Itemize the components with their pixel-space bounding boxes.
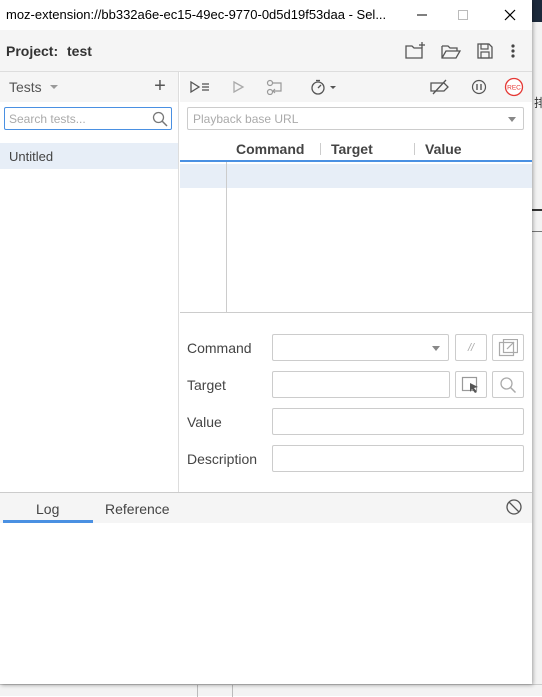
commands-table: Command Target Value bbox=[180, 136, 532, 313]
chevron-down-icon[interactable] bbox=[508, 117, 516, 122]
run-all-icon bbox=[190, 80, 209, 94]
comment-icon: // bbox=[467, 341, 475, 354]
maximize-icon bbox=[458, 10, 468, 20]
target-label: Target bbox=[187, 377, 226, 393]
playback-toolbar: REC bbox=[180, 72, 532, 102]
more-options-button[interactable] bbox=[501, 39, 525, 63]
step-icon bbox=[266, 79, 282, 95]
project-bar: Project: test bbox=[0, 30, 532, 72]
add-test-button[interactable]: + bbox=[150, 75, 170, 98]
search-tests-box bbox=[4, 107, 172, 130]
window-title: moz-extension://bb332a6e-ec15-49ec-9770-… bbox=[6, 7, 387, 22]
selenium-ide-window: moz-extension://bb332a6e-ec15-49ec-9770-… bbox=[0, 0, 532, 684]
stopwatch-icon bbox=[311, 79, 336, 95]
tab-log[interactable]: Log bbox=[36, 501, 59, 517]
disable-breakpoints-button[interactable] bbox=[428, 76, 452, 98]
command-editor: Command // Target Value Description bbox=[180, 314, 532, 492]
tests-panel: Tests + Untitled bbox=[0, 72, 179, 492]
window-titlebar: moz-extension://bb332a6e-ec15-49ec-9770-… bbox=[0, 0, 532, 30]
clear-log-button[interactable] bbox=[505, 498, 523, 521]
tests-panel-header: Tests + bbox=[0, 72, 178, 102]
maximize-button[interactable] bbox=[441, 0, 485, 30]
close-button[interactable] bbox=[488, 0, 532, 30]
record-button[interactable]: REC bbox=[502, 76, 526, 98]
background-glyph: 排 bbox=[534, 96, 542, 110]
row-number-divider bbox=[226, 162, 227, 313]
column-divider bbox=[414, 143, 415, 155]
console-panel: Log Reference bbox=[0, 492, 532, 684]
column-header-command: Command bbox=[236, 141, 305, 157]
project-label: Project: bbox=[6, 43, 59, 59]
target-field bbox=[272, 371, 450, 398]
minimize-icon bbox=[417, 14, 427, 16]
active-tab-indicator bbox=[3, 520, 93, 523]
base-url-input[interactable] bbox=[193, 111, 493, 127]
run-current-test-button[interactable] bbox=[226, 76, 250, 98]
open-folder-icon bbox=[441, 45, 461, 59]
background-window: 排 bbox=[532, 0, 542, 696]
breakpoint-off-icon bbox=[430, 79, 449, 95]
description-field bbox=[272, 445, 524, 472]
run-all-tests-button[interactable] bbox=[188, 76, 212, 98]
console-tabs: Log Reference bbox=[0, 493, 532, 523]
open-project-button[interactable] bbox=[439, 39, 463, 63]
tests-dropdown[interactable]: Tests bbox=[9, 79, 42, 95]
chevron-down-icon bbox=[50, 85, 58, 89]
project-name[interactable]: test bbox=[67, 43, 92, 59]
search-tests-input[interactable] bbox=[9, 110, 149, 127]
base-url-field bbox=[187, 107, 524, 130]
new-folder-icon bbox=[405, 42, 425, 59]
select-target-button[interactable] bbox=[455, 371, 487, 398]
column-header-target: Target bbox=[331, 141, 373, 157]
command-input[interactable] bbox=[278, 339, 436, 356]
play-icon bbox=[233, 80, 245, 94]
background-divider bbox=[532, 209, 542, 211]
pause-icon bbox=[471, 79, 487, 95]
pause-on-exceptions-button[interactable] bbox=[467, 76, 491, 98]
step-over-button[interactable] bbox=[263, 76, 287, 98]
value-field bbox=[272, 408, 524, 435]
background-window-bottom bbox=[0, 684, 542, 697]
chevron-down-icon[interactable] bbox=[432, 346, 440, 351]
search-icon bbox=[500, 376, 517, 393]
background-divider bbox=[197, 685, 198, 697]
select-element-icon bbox=[461, 376, 478, 393]
save-project-button[interactable] bbox=[473, 39, 497, 63]
column-header-value: Value bbox=[425, 141, 462, 157]
close-icon bbox=[504, 9, 516, 21]
background-divider bbox=[532, 231, 542, 232]
record-label: REC bbox=[507, 85, 521, 92]
value-input[interactable] bbox=[278, 413, 503, 430]
find-target-button[interactable] bbox=[492, 371, 524, 398]
external-link-icon bbox=[498, 338, 518, 356]
background-window-titlebar bbox=[532, 0, 542, 22]
kebab-menu-icon bbox=[511, 44, 515, 58]
description-label: Description bbox=[187, 451, 258, 467]
minimize-button[interactable] bbox=[400, 0, 444, 30]
clear-icon bbox=[506, 499, 522, 515]
table-header: Command Target Value bbox=[180, 136, 532, 162]
record-icon: REC bbox=[504, 77, 524, 97]
new-project-button[interactable] bbox=[404, 39, 428, 63]
command-label: Command bbox=[187, 340, 252, 356]
test-speed-button[interactable] bbox=[308, 76, 342, 98]
column-divider bbox=[320, 143, 321, 155]
open-reference-button[interactable] bbox=[492, 334, 524, 361]
table-row[interactable] bbox=[180, 164, 532, 188]
target-input[interactable] bbox=[278, 376, 437, 393]
save-icon bbox=[477, 43, 493, 59]
search-icon bbox=[152, 111, 168, 127]
description-input[interactable] bbox=[278, 450, 503, 467]
tab-reference[interactable]: Reference bbox=[105, 501, 170, 517]
background-divider bbox=[232, 685, 233, 697]
value-label: Value bbox=[187, 414, 222, 430]
test-name: Untitled bbox=[9, 149, 54, 164]
test-list-item[interactable]: Untitled bbox=[0, 143, 178, 169]
command-field bbox=[272, 334, 449, 361]
comment-toggle-button[interactable]: // bbox=[455, 334, 487, 361]
